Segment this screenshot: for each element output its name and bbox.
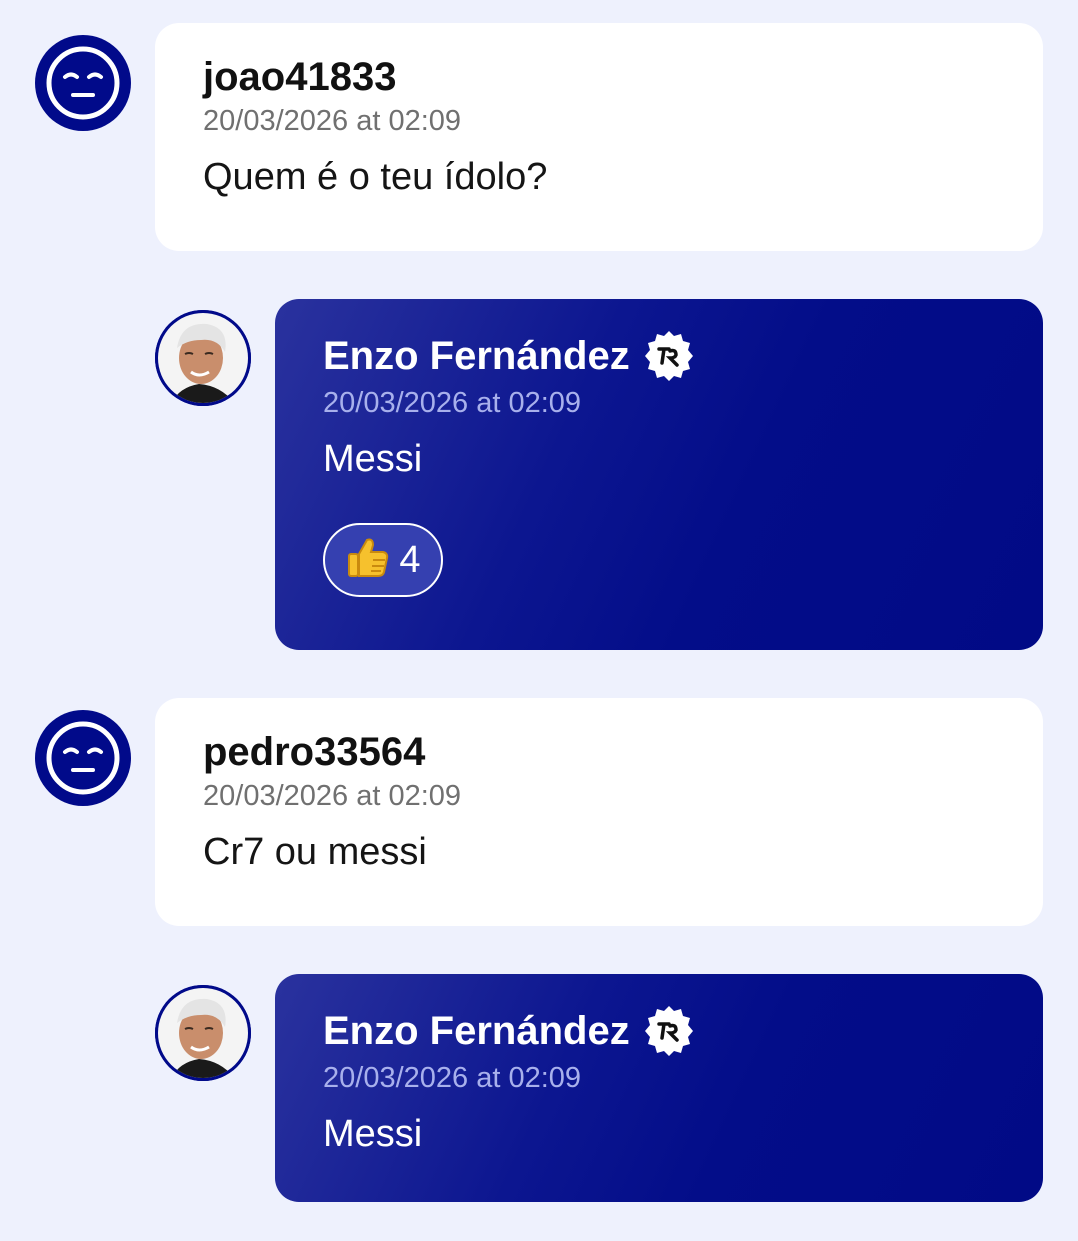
message-text: Messi [323, 1113, 423, 1155]
message-timestamp: 20/03/2026 at 02:09 [203, 780, 462, 812]
verified-badge-icon [642, 329, 696, 383]
thumbs-up-icon [345, 534, 391, 587]
message-timestamp: 20/03/2026 at 02:09 [323, 1062, 582, 1094]
author-name[interactable]: Enzo Fernández [323, 332, 630, 380]
message-timestamp: 20/03/2026 at 02:09 [323, 387, 582, 419]
message-card: Enzo Fernández 20/03/2026 at 02:09 Messi… [275, 299, 1043, 650]
player-avatar[interactable] [155, 985, 251, 1081]
author-row: Enzo Fernández [323, 1004, 995, 1058]
reaction-button[interactable]: 4 [323, 523, 443, 597]
player-photo [155, 985, 251, 1081]
author-name[interactable]: pedro33564 [203, 728, 995, 776]
message-card: pedro33564 20/03/2026 at 02:09 Cr7 ou me… [155, 698, 1043, 926]
author-name[interactable]: joao41833 [203, 53, 995, 101]
user-avatar[interactable] [35, 35, 131, 131]
message-card: Enzo Fernández 20/03/2026 at 02:09 Messi [275, 974, 1043, 1202]
reaction-count: 4 [399, 538, 421, 581]
message-timestamp: 20/03/2026 at 02:09 [203, 105, 462, 137]
user-avatar[interactable] [35, 710, 131, 806]
player-avatar[interactable] [155, 310, 251, 406]
verified-badge-icon [642, 1004, 696, 1058]
author-name[interactable]: Enzo Fernández [323, 1007, 630, 1055]
message-text: Cr7 ou messi [203, 831, 427, 873]
message-card: joao41833 20/03/2026 at 02:09 Quem é o t… [155, 23, 1043, 251]
message-text: Messi [323, 438, 423, 480]
message-text: Quem é o teu ídolo? [203, 156, 548, 198]
player-photo [155, 310, 251, 406]
neutral-face-icon [46, 721, 120, 795]
neutral-face-icon [46, 46, 120, 120]
author-row: Enzo Fernández [323, 329, 995, 383]
